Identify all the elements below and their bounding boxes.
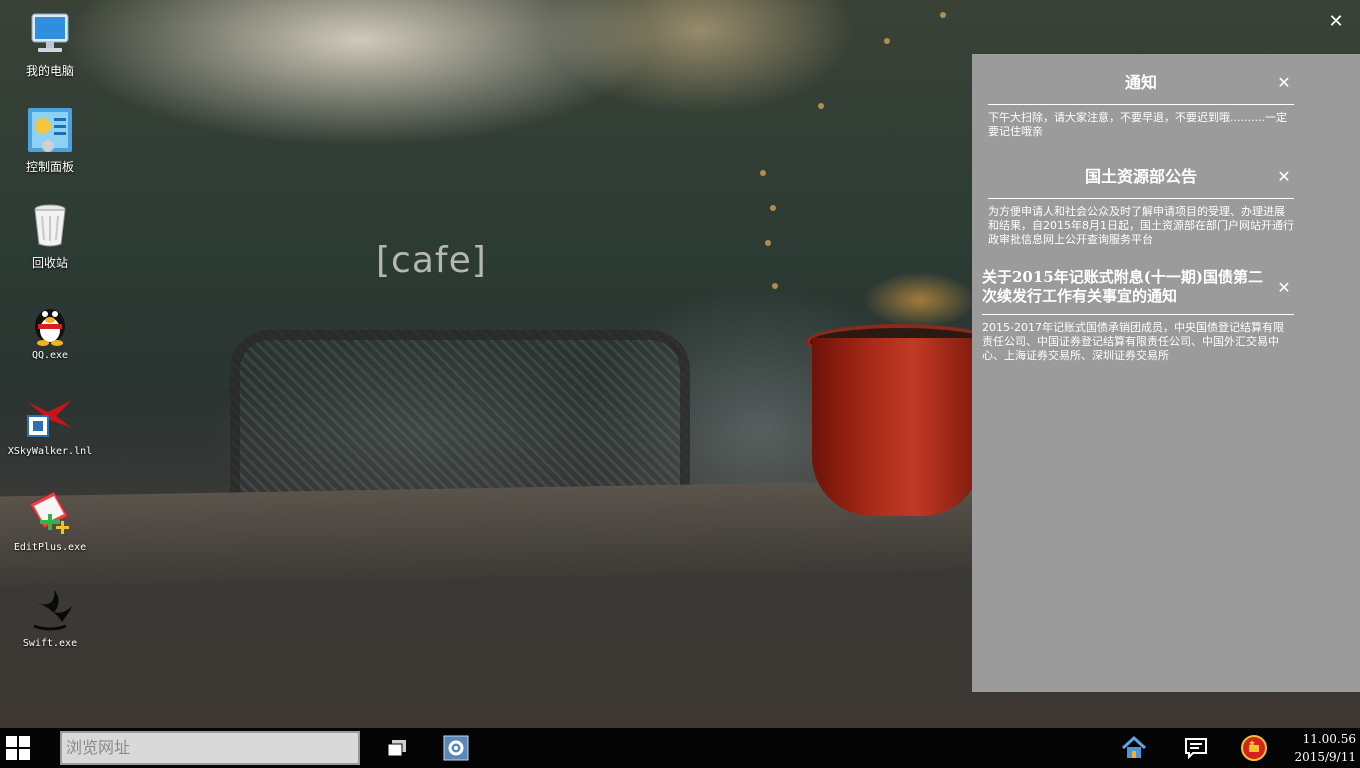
swift-bird-icon (26, 586, 74, 634)
desktop-icon-control-panel[interactable]: 控制面板 (2, 106, 98, 175)
notification-body: 2015-2017年记账式国债承销团成员，中央国债登记结算有限责任公司、中国证券… (982, 321, 1284, 362)
desktop-icon-label: QQ.exe (31, 350, 69, 361)
desktop-icon-label: XSkyWalker.lnl (7, 446, 93, 457)
notification-title: 关于2015年记账式附息(十一期)国债第二次续发行工作有关事宜的通知 (982, 268, 1263, 305)
desktop-icon-label: Swift.exe (22, 638, 78, 649)
home-icon[interactable] (1120, 734, 1148, 762)
close-icon[interactable]: ✕ (1324, 10, 1348, 34)
notification-title-row: 通知 ✕ (988, 72, 1294, 94)
desktop-icon-swift[interactable]: Swift.exe (2, 586, 98, 649)
desktop-icon-label: 控制面板 (25, 160, 74, 174)
notification-card: 国土资源部公告 ✕ 为方便申请人和社会公众及时了解申请项目的受理、办理进展和结果… (988, 166, 1294, 247)
divider (982, 314, 1294, 315)
settings-app-icon[interactable] (442, 734, 470, 762)
notification-title-row: 关于2015年记账式附息(十一期)国债第二次续发行工作有关事宜的通知 ✕ (982, 268, 1294, 308)
notification-title: 通知 (1124, 73, 1157, 92)
system-clock[interactable]: 11.00.56 2015/9/11 (1294, 730, 1356, 766)
splash-drop (772, 283, 778, 289)
notification-body: 下午大扫除，请大家注意，不要早退，不要迟到哦..........一定要记住哦亲 (988, 111, 1287, 138)
message-icon[interactable] (1182, 734, 1210, 762)
taskbar: 浏览网址 11.00.56 2015/9/11 (0, 728, 1360, 768)
wallpaper-cafe-text: [cafe] (376, 240, 487, 281)
divider (988, 198, 1294, 199)
close-icon[interactable]: ✕ (1274, 278, 1294, 298)
desktop-icon-recycle-bin[interactable]: 回收站 (2, 202, 98, 271)
notification-title-row: 国土资源部公告 ✕ (988, 166, 1294, 188)
splash-drop (770, 205, 776, 211)
task-view-icon[interactable] (384, 734, 412, 762)
browse-url-input[interactable]: 浏览网址 (60, 731, 360, 765)
close-icon[interactable]: ✕ (1274, 73, 1294, 93)
notification-panel: 通知 ✕ 下午大扫除，请大家注意，不要早退，不要迟到哦..........一定要… (972, 54, 1360, 692)
clock-time: 11.00.56 (1302, 732, 1356, 746)
splash-drop (818, 103, 824, 109)
national-emblem-icon[interactable] (1240, 734, 1268, 762)
desktop-icon-label: 回收站 (31, 256, 68, 270)
desktop-icon-label: 我的电脑 (25, 64, 74, 78)
windows-start-icon[interactable] (6, 736, 30, 760)
notification-body: 为方便申请人和社会公众及时了解申请项目的受理、办理进展和结果，自2015年8月1… (988, 205, 1294, 246)
desktop-icon-label: EditPlus.exe (13, 542, 87, 553)
desktop-icon-editplus[interactable]: EditPlus.exe (2, 490, 98, 553)
desktop-icon-xskywalker[interactable]: XSkyWalker.lnl (2, 394, 98, 457)
notification-card: 关于2015年记账式附息(十一期)国债第二次续发行工作有关事宜的通知 ✕ 201… (982, 268, 1294, 363)
recycle-bin-icon (26, 202, 74, 250)
notification-card: 通知 ✕ 下午大扫除，请大家注意，不要早退，不要迟到哦..........一定要… (988, 72, 1294, 139)
splash-drop (765, 240, 771, 246)
coffee-cup-image (812, 338, 982, 516)
splash-drop (940, 12, 946, 18)
chair-image (230, 330, 690, 510)
qq-penguin-icon (26, 298, 74, 346)
editplus-icon (26, 490, 74, 538)
computer-icon (26, 10, 74, 58)
close-icon[interactable]: ✕ (1274, 167, 1294, 187)
desktop-icon-my-computer[interactable]: 我的电脑 (2, 10, 98, 79)
splash-drop (884, 38, 890, 44)
desktop-icon-qq[interactable]: QQ.exe (2, 298, 98, 361)
clock-date: 2015/9/11 (1294, 750, 1356, 764)
notification-title: 国土资源部公告 (1084, 167, 1197, 186)
splash-drop (760, 170, 766, 176)
xskywalker-icon (26, 394, 74, 442)
divider (988, 104, 1294, 105)
control-panel-icon (26, 106, 74, 154)
